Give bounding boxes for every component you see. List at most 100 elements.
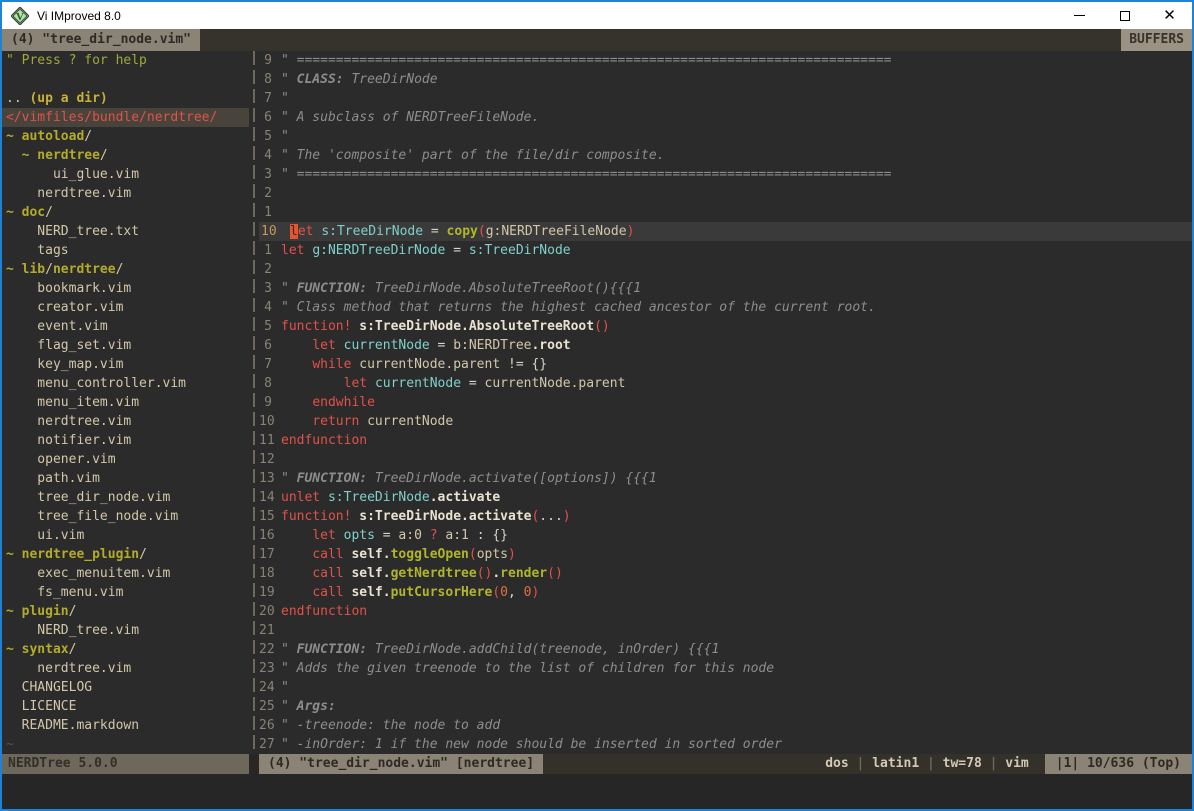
code-line[interactable]: 8 let currentNode = currentNode.parent: [259, 374, 1192, 393]
tree-item[interactable]: flag_set.vim: [2, 336, 249, 355]
code-line[interactable]: 21: [259, 621, 1192, 640]
code-line[interactable]: 5": [259, 127, 1192, 146]
line-number: 4: [259, 298, 281, 317]
code-line[interactable]: 10 return currentNode: [259, 412, 1192, 431]
code-line-current[interactable]: 10let s:TreeDirNode = copy(g:NERDTreeFil…: [259, 222, 1192, 241]
code-line[interactable]: 23" Adds the given treenode to the list …: [259, 659, 1192, 678]
tree-item[interactable]: notifier.vim: [2, 431, 249, 450]
tree-item[interactable]: path.vim: [2, 469, 249, 488]
code-line[interactable]: 3" FUNCTION: TreeDirNode.AbsoluteTreeRoo…: [259, 279, 1192, 298]
tab-tree-dir-node[interactable]: (4) "tree_dir_node.vim": [2, 29, 200, 51]
maximize-button[interactable]: [1102, 2, 1147, 29]
tree-item[interactable]: CHANGELOG: [2, 678, 249, 697]
tree-item[interactable]: ~ nerdtree_plugin/: [2, 545, 249, 564]
code-line[interactable]: 8" CLASS: TreeDirNode: [259, 70, 1192, 89]
tree-item[interactable]: exec_menuitem.vim: [2, 564, 249, 583]
tree-item[interactable]: fs_menu.vim: [2, 583, 249, 602]
line-number: 13: [259, 469, 281, 488]
code-line[interactable]: 24": [259, 678, 1192, 697]
maximize-icon: [1120, 11, 1130, 21]
minimize-button[interactable]: [1057, 2, 1102, 29]
command-line[interactable]: [2, 774, 1192, 809]
code-line[interactable]: 1: [259, 203, 1192, 222]
tree-item[interactable]: ~ doc/: [2, 203, 249, 222]
tree-item[interactable]: creator.vim: [2, 298, 249, 317]
code-line[interactable]: 25" Args:: [259, 697, 1192, 716]
code-line[interactable]: 6 let currentNode = b:NERDTree.root: [259, 336, 1192, 355]
status-filler: [543, 754, 825, 774]
close-icon: ✕: [1163, 8, 1176, 23]
tree-item[interactable]: nerdtree.vim: [2, 412, 249, 431]
title-bar: V Vi IMproved 8.0 ✕: [2, 2, 1192, 29]
code-line[interactable]: 14unlet s:TreeDirNode.activate: [259, 488, 1192, 507]
tree-item[interactable]: ~ lib/nerdtree/: [2, 260, 249, 279]
code-line[interactable]: 7": [259, 89, 1192, 108]
line-number: 7: [259, 355, 281, 374]
tree-item[interactable]: NERD_tree.vim: [2, 621, 249, 640]
code-line[interactable]: 15function! s:TreeDirNode.activate(...): [259, 507, 1192, 526]
tree-item[interactable]: ~ syntax/: [2, 640, 249, 659]
code-line[interactable]: 3" =====================================…: [259, 165, 1192, 184]
vim-window: V Vi IMproved 8.0 ✕ (4) "tree_dir_node.v…: [0, 0, 1194, 811]
code-line[interactable]: 6" A subclass of NERDTreeFileNode.: [259, 108, 1192, 127]
code-line[interactable]: 26" -treenode: the node to add: [259, 716, 1192, 735]
code-line[interactable]: 20endfunction: [259, 602, 1192, 621]
tree-item[interactable]: README.markdown: [2, 716, 249, 735]
tree-item[interactable]: key_map.vim: [2, 355, 249, 374]
tree-item[interactable]: LICENCE: [2, 697, 249, 716]
tree-item[interactable]: opener.vim: [2, 450, 249, 469]
code-line[interactable]: 2: [259, 184, 1192, 203]
code-line[interactable]: 4" The 'composite' part of the file/dir …: [259, 146, 1192, 165]
tree-item[interactable]: nerdtree.vim: [2, 659, 249, 678]
tree-root-item[interactable]: </vimfiles/bundle/nerdtree/: [2, 108, 249, 127]
line-number: 19: [259, 583, 281, 602]
code-line[interactable]: 7 while currentNode.parent != {}: [259, 355, 1192, 374]
tree-item[interactable]: ~ autoload/: [2, 127, 249, 146]
code-line[interactable]: 12: [259, 450, 1192, 469]
tree-item[interactable]: NERD_tree.txt: [2, 222, 249, 241]
code-line[interactable]: 2: [259, 260, 1192, 279]
tree-item[interactable]: nerdtree.vim: [2, 184, 249, 203]
status-separator: [249, 754, 259, 774]
tree-item[interactable]: bookmark.vim: [2, 279, 249, 298]
line-number: 9: [259, 51, 281, 70]
tree-item[interactable]: [2, 70, 249, 89]
line-number: 8: [259, 374, 281, 393]
tree-item[interactable]: menu_controller.vim: [2, 374, 249, 393]
code-line[interactable]: 9 endwhile: [259, 393, 1192, 412]
window-controls: ✕: [1057, 2, 1192, 29]
tree-item[interactable]: " Press ? for help: [2, 51, 249, 70]
close-button[interactable]: ✕: [1147, 2, 1192, 29]
code-line[interactable]: 1let g:NERDTreeDirNode = s:TreeDirNode: [259, 241, 1192, 260]
code-line[interactable]: 9" =====================================…: [259, 51, 1192, 70]
tree-item[interactable]: menu_item.vim: [2, 393, 249, 412]
tree-item[interactable]: ~ plugin/: [2, 602, 249, 621]
tree-item[interactable]: .. (up a dir): [2, 89, 249, 108]
svg-text:V: V: [16, 11, 24, 23]
cursor-block: l: [290, 224, 298, 239]
status-position: |1| 10/636 (Top): [1045, 754, 1192, 774]
tree-item[interactable]: tree_dir_node.vim: [2, 488, 249, 507]
tree-item[interactable]: tree_file_node.vim: [2, 507, 249, 526]
status-flag: vim: [1005, 754, 1028, 774]
line-number: 11: [259, 431, 281, 450]
code-line[interactable]: 13" FUNCTION: TreeDirNode.activate([opti…: [259, 469, 1192, 488]
line-number: 3: [259, 279, 281, 298]
code-line[interactable]: 19 call self.putCursorHere(0, 0): [259, 583, 1192, 602]
code-line[interactable]: 22" FUNCTION: TreeDirNode.addChild(treen…: [259, 640, 1192, 659]
window-separator[interactable]: [249, 51, 259, 754]
code-line[interactable]: 4" Class method that returns the highest…: [259, 298, 1192, 317]
tree-item[interactable]: ui.vim: [2, 526, 249, 545]
code-line[interactable]: 18 call self.getNerdtree().render(): [259, 564, 1192, 583]
tree-item[interactable]: ~: [2, 735, 249, 754]
tree-item[interactable]: tags: [2, 241, 249, 260]
code-line[interactable]: 17 call self.toggleOpen(opts): [259, 545, 1192, 564]
code-line[interactable]: 11endfunction: [259, 431, 1192, 450]
code-line[interactable]: 16 let opts = a:0 ? a:1 : {}: [259, 526, 1192, 545]
line-number: 15: [259, 507, 281, 526]
code-line[interactable]: 5function! s:TreeDirNode.AbsoluteTreeRoo…: [259, 317, 1192, 336]
code-line[interactable]: 27" -inOrder: 1 if the new node should b…: [259, 735, 1192, 754]
tree-item[interactable]: ui_glue.vim: [2, 165, 249, 184]
tree-item[interactable]: ~ nerdtree/: [2, 146, 249, 165]
tree-item[interactable]: event.vim: [2, 317, 249, 336]
